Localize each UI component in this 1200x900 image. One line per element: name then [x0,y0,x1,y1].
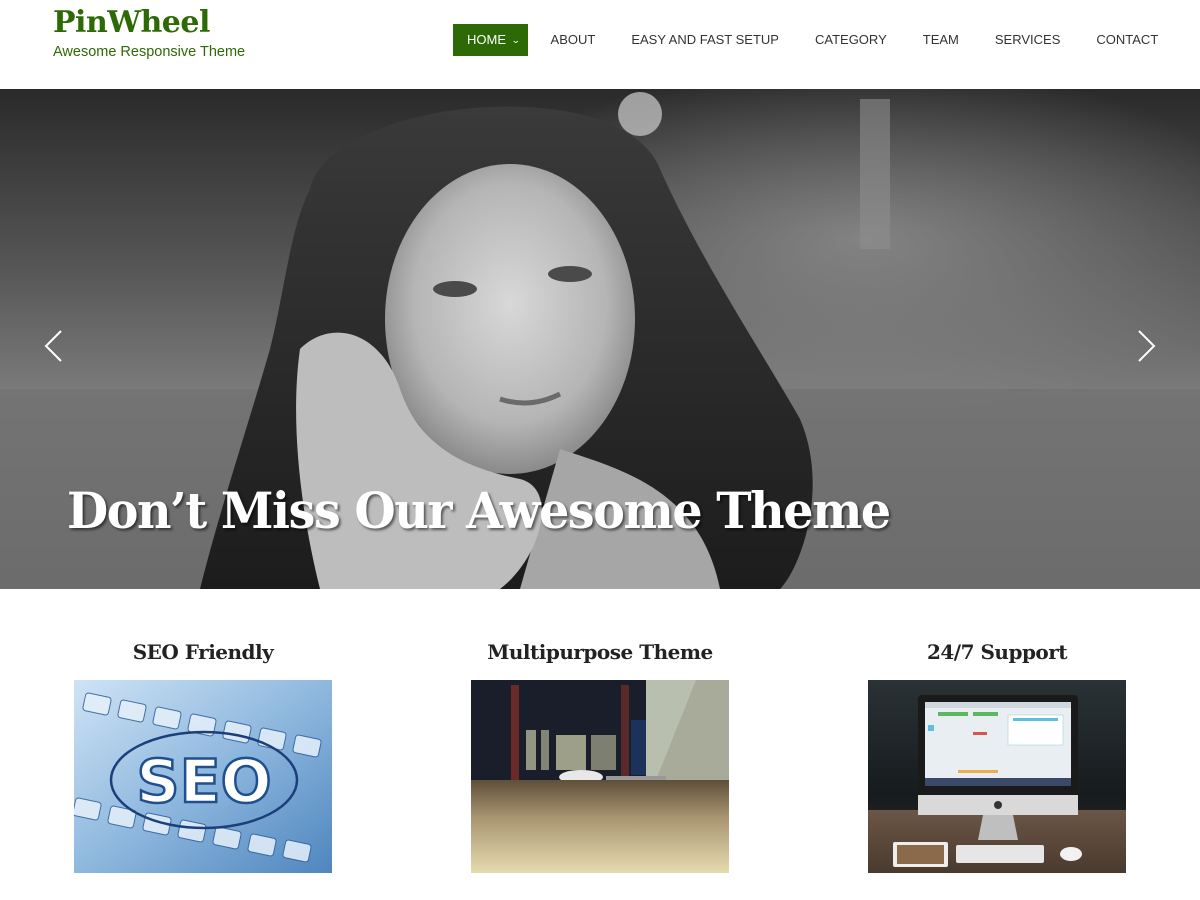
nav-item-home[interactable]: HOME ⌄ [453,24,528,56]
nav-item-contact[interactable]: CONTACT [1078,24,1176,56]
main-nav: HOME ⌄ ABOUT EASY AND FAST SETUP CATEGORY… [453,24,1176,56]
laptop-desk-image [471,680,729,873]
nav-item-category[interactable]: CATEGORY [797,24,905,56]
nav-item-services[interactable]: SERVICES [977,24,1079,56]
slider-prev-button[interactable] [34,321,74,371]
hero-slider: Don’t Miss Our Awesome Theme [0,89,1200,589]
nav-item-label: HOME [467,32,506,47]
svg-text:SEO: SEO [136,747,271,817]
feature-title[interactable]: SEO Friendly [74,630,332,670]
nav-item-team[interactable]: TEAM [905,24,977,56]
feature-image[interactable] [471,680,729,873]
feature-multipurpose-theme: Multipurpose Theme [471,630,729,873]
site-tagline: Awesome Responsive Theme [53,44,246,60]
feature-title[interactable]: 24/7 Support [868,630,1126,670]
desktop-computer-image [868,680,1126,873]
site-title[interactable]: PinWheel [53,5,210,40]
site-header: PinWheel Awesome Responsive Theme HOME ⌄ … [0,0,1200,89]
nav-item-about[interactable]: ABOUT [533,24,614,56]
feature-24-7-support: 24/7 Support [868,630,1126,873]
slider-next-button[interactable] [1126,321,1166,371]
feature-title[interactable]: Multipurpose Theme [471,630,729,670]
hero-title: Don’t Miss Our Awesome Theme [67,481,891,540]
nav-item-easy-and-fast-setup[interactable]: EASY AND FAST SETUP [613,24,797,56]
seo-keyboard-image: SEO [74,680,332,873]
feature-image[interactable] [868,680,1126,873]
feature-image[interactable]: SEO [74,680,332,873]
chevron-left-icon [44,330,62,362]
chevron-down-icon: ⌄ [510,35,521,45]
feature-seo-friendly: SEO Friendly SEO [74,630,332,873]
chevron-right-icon [1138,330,1156,362]
